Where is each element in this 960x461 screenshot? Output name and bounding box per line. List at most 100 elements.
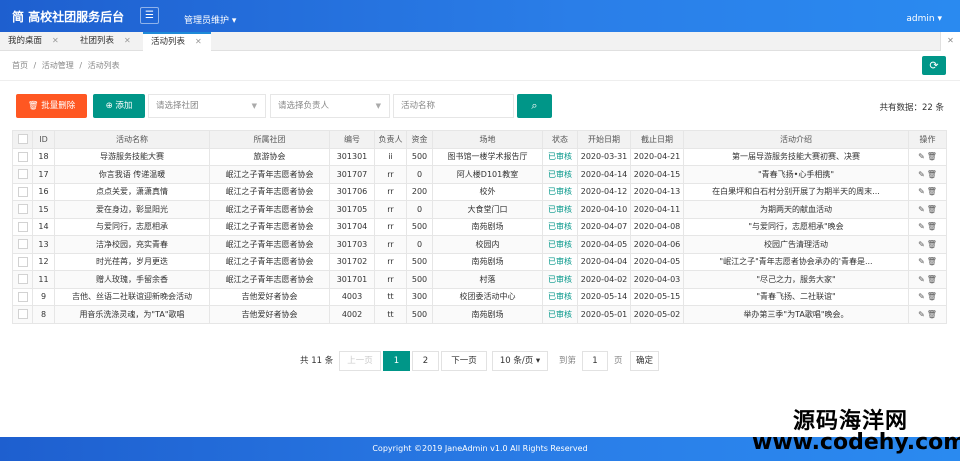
table-cell: 301707: [329, 165, 375, 184]
breadcrumb-separator: /: [79, 61, 83, 70]
delete-icon[interactable]: 🗑: [927, 240, 937, 249]
total-count: 共有数据：22 条: [879, 103, 944, 113]
page-1-button[interactable]: 1: [383, 351, 410, 371]
delete-icon[interactable]: 🗑: [927, 187, 937, 196]
table-cell: 0: [406, 235, 433, 254]
status-cell: 已审核: [542, 217, 578, 236]
add-button[interactable]: ⊕ 添加: [93, 94, 145, 118]
table-cell: 0: [406, 165, 433, 184]
breadcrumb-home[interactable]: 首页: [12, 61, 28, 70]
table-cell: "岷江之子"青年志愿者协会承办的'青春是...: [683, 252, 909, 271]
row-checkbox[interactable]: [17, 309, 28, 320]
row-checkbox[interactable]: [17, 221, 28, 232]
row-checkbox-cell[interactable]: [12, 165, 33, 184]
row-checkbox-cell[interactable]: [12, 147, 33, 166]
table-cell: 岷江之子青年志愿者协会: [209, 235, 330, 254]
table-cell: 2020-04-02: [577, 270, 631, 289]
column-header: 活动名称: [54, 130, 210, 149]
delete-icon[interactable]: 🗑: [927, 170, 937, 179]
row-checkbox[interactable]: [17, 274, 28, 285]
close-icon[interactable]: ✕: [195, 37, 202, 46]
page-2-button[interactable]: 2: [412, 351, 439, 371]
tab-activity-list[interactable]: 活动列表 ✕: [143, 32, 211, 51]
row-actions: ✎ 🗑: [908, 165, 947, 184]
row-checkbox[interactable]: [17, 186, 28, 197]
table-cell: 500: [406, 270, 433, 289]
row-checkbox[interactable]: [17, 151, 28, 162]
breadcrumb-activity-manage[interactable]: 活动管理: [42, 61, 74, 70]
edit-icon[interactable]: ✎: [918, 152, 925, 161]
delete-icon[interactable]: 🗑: [927, 222, 937, 231]
batch-delete-button[interactable]: 🗑 批量删除: [16, 94, 87, 118]
delete-icon[interactable]: 🗑: [927, 257, 937, 266]
row-checkbox-cell[interactable]: [12, 235, 33, 254]
edit-icon[interactable]: ✎: [918, 257, 925, 266]
column-header: 编号: [329, 130, 375, 149]
row-checkbox-cell[interactable]: [12, 287, 33, 306]
edit-icon[interactable]: ✎: [918, 310, 925, 319]
table-cell: 2020-04-13: [630, 182, 684, 201]
row-checkbox[interactable]: [17, 169, 28, 180]
row-actions: ✎ 🗑: [908, 217, 947, 236]
watermark-url: www.codehy.com: [752, 430, 960, 455]
delete-icon[interactable]: 🗑: [927, 205, 937, 214]
row-checkbox[interactable]: [17, 204, 28, 215]
select-all-checkbox-cell[interactable]: [12, 130, 33, 149]
refresh-button[interactable]: ⟳: [922, 56, 946, 75]
admin-maintenance-menu[interactable]: 管理员维护 ▾: [184, 13, 236, 26]
row-checkbox-cell[interactable]: [12, 182, 33, 201]
app-title: 简 高校社团服务后台: [12, 10, 125, 24]
edit-icon[interactable]: ✎: [918, 170, 925, 179]
delete-icon[interactable]: 🗑: [927, 310, 937, 319]
table-cell: rr: [374, 165, 407, 184]
table-cell: 赠人玫瑰，手留余香: [54, 270, 210, 289]
tab-club-list[interactable]: 社团列表 ✕: [72, 32, 142, 51]
close-icon[interactable]: ✕: [124, 36, 131, 45]
table-cell: 500: [406, 252, 433, 271]
page-size-select[interactable]: 10 条/页 ▾: [492, 351, 548, 371]
row-checkbox[interactable]: [17, 256, 28, 267]
table-cell: 爱在身边，彰显阳光: [54, 200, 210, 219]
table-cell: 2020-04-05: [577, 235, 631, 254]
row-checkbox-cell[interactable]: [12, 217, 33, 236]
row-checkbox-cell[interactable]: [12, 252, 33, 271]
search-button[interactable]: ⌕: [517, 94, 552, 118]
delete-icon[interactable]: 🗑: [927, 292, 937, 301]
column-header: 截止日期: [630, 130, 684, 149]
table-cell: 2020-04-07: [577, 217, 631, 236]
row-checkbox-cell[interactable]: [12, 270, 33, 289]
row-checkbox-cell[interactable]: [12, 200, 33, 219]
hamburger-icon[interactable]: ☰: [140, 7, 159, 24]
table-cell: rr: [374, 200, 407, 219]
edit-icon[interactable]: ✎: [918, 292, 925, 301]
user-menu[interactable]: admin ▾: [906, 14, 942, 24]
goto-confirm-button[interactable]: 确定: [630, 351, 659, 371]
status-cell: 已审核: [542, 165, 578, 184]
edit-icon[interactable]: ✎: [918, 205, 925, 214]
edit-icon[interactable]: ✎: [918, 187, 925, 196]
table-cell: 洁净校园，充实青春: [54, 235, 210, 254]
chevron-down-icon: ▾: [535, 356, 541, 366]
person-select[interactable]: 请选择负责人 ▼: [270, 94, 390, 118]
row-checkbox-cell[interactable]: [12, 305, 33, 324]
table-cell: 与爱同行，志愿相承: [54, 217, 210, 236]
next-page-button[interactable]: 下一页: [441, 351, 487, 371]
activity-name-input[interactable]: 活动名称: [393, 94, 514, 118]
select-all-checkbox[interactable]: [17, 134, 28, 145]
tab-my-desktop[interactable]: 我的桌面 ✕: [0, 32, 65, 51]
row-actions: ✎ 🗑: [908, 305, 947, 324]
row-checkbox[interactable]: [17, 239, 28, 250]
close-icon[interactable]: ✕: [52, 36, 59, 45]
edit-icon[interactable]: ✎: [918, 240, 925, 249]
edit-icon[interactable]: ✎: [918, 275, 925, 284]
delete-icon[interactable]: 🗑: [927, 152, 937, 161]
table-cell: 南苑剧场: [432, 252, 543, 271]
goto-page-input[interactable]: 1: [582, 351, 608, 371]
delete-icon[interactable]: 🗑: [927, 275, 937, 284]
close-all-tabs-icon[interactable]: ✕: [940, 32, 960, 51]
club-select[interactable]: 请选择社团 ▼: [148, 94, 266, 118]
prev-page-button[interactable]: 上一页: [339, 351, 381, 371]
edit-icon[interactable]: ✎: [918, 222, 925, 231]
status-cell: 已审核: [542, 182, 578, 201]
row-checkbox[interactable]: [17, 291, 28, 302]
